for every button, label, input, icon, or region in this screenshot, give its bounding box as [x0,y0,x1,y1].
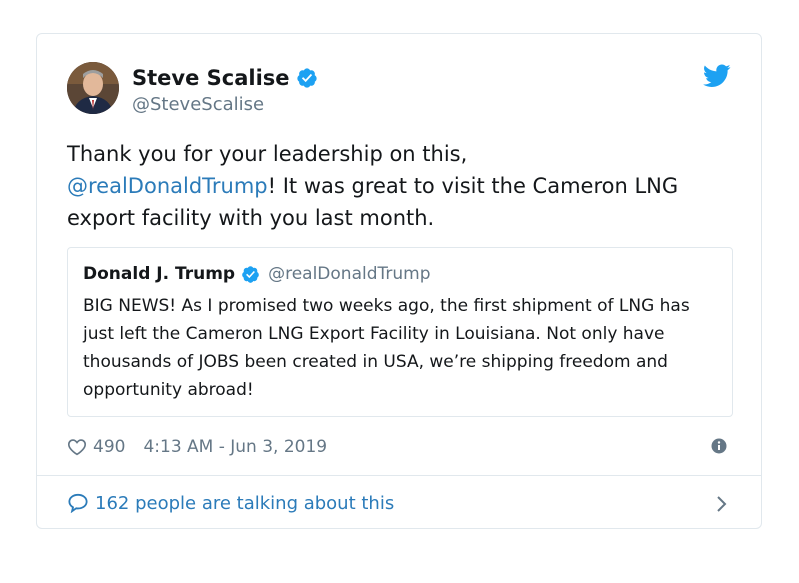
mention-link[interactable]: @realDonaldTrump [67,174,268,198]
info-icon[interactable] [711,438,727,454]
tweet-header: Steve Scalise @SteveScalise [67,62,731,118]
quoted-author-display-name: Donald J. Trump [83,264,236,284]
embedded-tweet-card[interactable]: Steve Scalise @SteveScalise Thank you fo… [36,33,762,529]
verified-badge-icon [296,67,318,89]
author-display-name[interactable]: Steve Scalise [132,66,290,90]
quoted-tweet[interactable]: Donald J. Trump @realDonaldTrump BIG NEW… [67,247,733,417]
tweet-text: Thank you for your leadership on this, @r… [67,138,727,234]
quoted-tweet-header: Donald J. Trump @realDonaldTrump [83,261,431,287]
twitter-bird-icon[interactable] [703,64,731,88]
conversation-label[interactable]: 162 people are talking about this [95,493,394,514]
verified-badge-icon [241,265,260,284]
divider [37,475,761,476]
tweet-text-before-mention: Thank you for your leadership on this, [67,142,468,166]
like-count[interactable]: 490 [93,437,125,457]
author-handle[interactable]: @SteveScalise [132,94,318,115]
conversation-link[interactable]: 162 people are talking about this [67,489,731,517]
quoted-author-handle: @realDonaldTrump [268,264,431,284]
heart-icon[interactable] [67,438,87,456]
author-names: Steve Scalise @SteveScalise [132,64,318,115]
quoted-tweet-text: BIG NEWS! As I promised two weeks ago, t… [83,296,690,400]
speech-bubble-icon [67,493,89,514]
tweet-meta: 490 4:13 AM - Jun 3, 2019 [67,434,731,460]
timestamp[interactable]: 4:13 AM - Jun 3, 2019 [143,437,327,457]
avatar[interactable] [67,62,119,114]
chevron-right-icon[interactable] [715,495,727,513]
